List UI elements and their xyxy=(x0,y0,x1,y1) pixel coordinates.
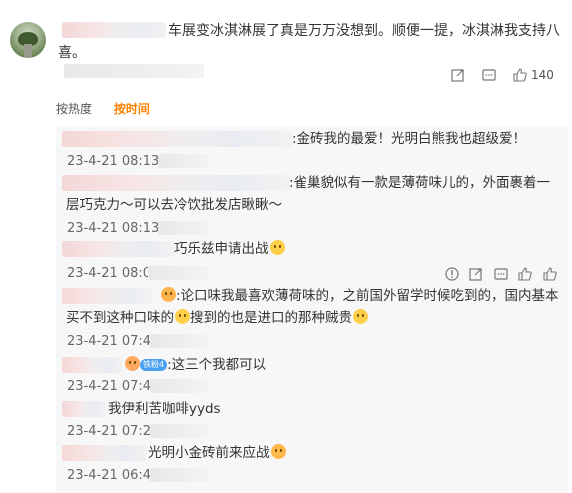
avatar[interactable] xyxy=(10,22,46,58)
tab-sort-hot[interactable]: 按热度 xyxy=(56,102,92,116)
crown-emoji-icon xyxy=(161,287,176,302)
username-redacted xyxy=(62,288,152,304)
reply-time: 23-4-21 07:49 xyxy=(67,334,160,349)
redacted-area xyxy=(64,64,204,78)
username-redacted xyxy=(62,22,166,38)
fan-badge-icon xyxy=(125,356,140,371)
reply-text: :金砖我的最爱！光明白熊我也超级爱！ xyxy=(292,131,527,147)
comment-icon[interactable] xyxy=(494,267,508,281)
like-icon[interactable] xyxy=(543,267,557,281)
reply-time: 23-4-21 06:49 xyxy=(67,468,160,483)
username-redacted xyxy=(62,175,290,191)
redacted-area xyxy=(150,334,208,348)
reply-text: :雀巢貌似有一款是薄荷味儿的，外面裹着一 xyxy=(289,175,551,191)
reply-time: 23-4-21 08:13 xyxy=(67,154,160,169)
reply-text: 铁粉4:这三个我都可以 xyxy=(124,355,266,376)
tab-sort-time[interactable]: 按时间 xyxy=(114,102,150,116)
like-count: 140 xyxy=(531,68,554,82)
username-redacted xyxy=(62,241,174,257)
main-comment-text-cont: 喜。 xyxy=(58,45,86,61)
reply-text-cont: 买不到这种口味的 搜到的也是进口的那种贼贵 xyxy=(66,308,368,329)
laugh-emoji-icon xyxy=(175,309,190,324)
reply-text: 巧乐兹申请出战 xyxy=(174,239,285,260)
redacted-area xyxy=(150,424,208,438)
redacted-area xyxy=(158,221,208,235)
sort-tabs: 按热度 按时间 xyxy=(56,100,168,117)
reply-text: 我伊利苦咖啡yyds xyxy=(108,401,221,417)
main-comment-text: 车展变冰淇淋展了真是万万没想到。顺便一提，冰淇淋我支持八 xyxy=(168,23,560,39)
redacted-area xyxy=(158,154,208,168)
main-actions xyxy=(451,66,465,84)
fan-badge: 铁粉4 xyxy=(140,359,168,371)
reply-time: 23-4-21 08:13 xyxy=(67,221,160,236)
report-icon[interactable] xyxy=(445,267,459,281)
comment-icon[interactable] xyxy=(482,68,496,82)
username-redacted xyxy=(62,357,122,373)
reply-time: 23-4-21 07:24 xyxy=(67,424,160,439)
reply-text: :论口味我最喜欢薄荷味的，之前国外留学时候吃到的，国内基本 xyxy=(160,286,559,307)
reply-time: 23-4-21 07:45 xyxy=(67,379,160,394)
reply-time: 23-4-21 08:0 xyxy=(67,266,152,281)
like-icon[interactable] xyxy=(518,267,532,281)
like-icon[interactable] xyxy=(513,68,527,82)
redacted-area xyxy=(148,266,208,280)
redacted-area xyxy=(150,379,208,393)
username-redacted xyxy=(62,401,106,417)
reply-text-cont: 层巧克力～可以去冷饮批发店瞅瞅～ xyxy=(66,197,282,213)
shocked-emoji-icon xyxy=(270,444,286,459)
username-redacted xyxy=(62,131,292,147)
share-icon[interactable] xyxy=(451,68,465,82)
laugh-emoji-icon xyxy=(353,309,368,324)
redacted-area xyxy=(150,468,208,482)
grin-emoji-icon xyxy=(269,240,285,255)
username-redacted xyxy=(62,445,146,461)
share-icon[interactable] xyxy=(469,267,483,281)
reply-text: 光明小金砖前来应战 xyxy=(148,443,286,464)
